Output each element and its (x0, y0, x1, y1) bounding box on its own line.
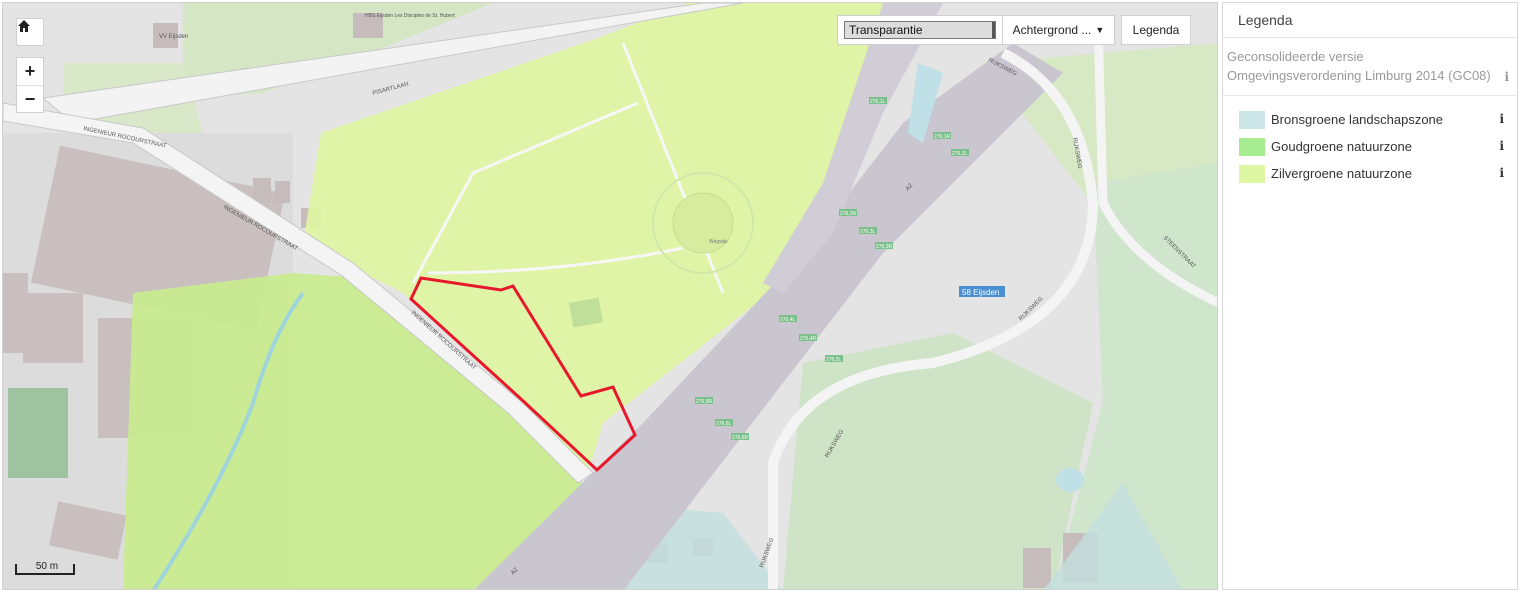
km-marker-label: 276,1R (934, 134, 951, 140)
chapel-label: Wegwijs (709, 239, 728, 245)
building (23, 293, 83, 363)
home-button[interactable] (16, 18, 44, 46)
km-marker-label: 276,3R (876, 244, 893, 250)
caret-down-icon: ▼ (1095, 25, 1105, 35)
background-dropdown[interactable]: Achtergrond ... ▼ (1003, 15, 1115, 45)
pond (568, 297, 603, 328)
legend-item-label: Zilvergroene natuurzone (1271, 166, 1412, 181)
km-marker-label: 276,5L (826, 357, 842, 363)
legend-swatch (1239, 164, 1265, 183)
legend-swatch (1239, 137, 1265, 156)
map-canvas[interactable]: PISARTLAAN INGENIEUR ROCOURSTRAAT INGENI… (3, 3, 1218, 590)
zoom-control: + − (16, 57, 44, 113)
zoom-in-button[interactable]: + (17, 58, 43, 86)
km-marker-label: 276,6L (716, 421, 732, 427)
km-marker-label: 276,3L (860, 229, 876, 235)
info-icon[interactable]: i (1504, 68, 1509, 87)
info-icon[interactable]: i (1499, 166, 1504, 180)
legend-swatch (1239, 110, 1265, 129)
km-marker-label: 276,2L (952, 151, 968, 157)
legend-subtitle-text: Geconsolideerde versie Omgevingsverorden… (1227, 49, 1491, 83)
legend-list: Bronsgroene landschapszone i Goudgroene … (1223, 96, 1517, 187)
legend-item: Zilvergroene natuurzone i (1223, 160, 1517, 187)
map-toolbar: Transparantie Achtergrond ... ▼ Legenda (837, 15, 1191, 45)
building (3, 273, 28, 353)
scale-label: 50 m (35, 561, 59, 572)
legend-item-label: Goudgroene natuurzone (1271, 139, 1412, 154)
transparency-label: Transparantie (849, 23, 923, 37)
km-marker-label: 276,5R (696, 399, 713, 405)
legend-title: Legenda (1223, 3, 1517, 38)
legend-panel: Legenda Geconsolideerde versie Omgevings… (1222, 2, 1518, 590)
km-marker-label: 276,4L (780, 317, 796, 323)
legend-item: Bronsgroene landschapszone i (1223, 106, 1517, 133)
km-marker-label: 276,1L (870, 99, 886, 105)
building (253, 178, 271, 203)
zoom-out-button[interactable]: − (17, 86, 43, 113)
legend-button[interactable]: Legenda (1121, 15, 1191, 45)
building (1023, 548, 1051, 588)
sports-field (8, 388, 68, 478)
transparency-slider[interactable]: Transparantie (844, 21, 996, 39)
km-marker-label: 276,6R (732, 435, 749, 441)
km-marker-label: 276,2R (840, 211, 857, 217)
legend-item: Goudgroene natuurzone i (1223, 133, 1517, 160)
info-icon[interactable]: i (1499, 139, 1504, 153)
slider-handle[interactable] (992, 22, 995, 38)
legend-item-label: Bronsgroene landschapszone (1271, 112, 1444, 127)
junction-label: 58 Eijsden (962, 288, 999, 297)
background-label: Achtergrond ... (1012, 23, 1092, 37)
transparency-control: Transparantie (837, 15, 1003, 45)
map-view[interactable]: PISARTLAAN INGENIEUR ROCOURSTRAAT INGENI… (2, 2, 1218, 590)
info-icon[interactable]: i (1499, 112, 1504, 126)
building-label: HBS Eijsden Les Disciples de St. Hubert (365, 13, 455, 19)
water (1056, 468, 1084, 492)
scale-bar: 50 m (15, 561, 75, 575)
home-icon (18, 20, 30, 32)
legend-subtitle: Geconsolideerde versie Omgevingsverorden… (1223, 38, 1517, 96)
building (275, 181, 290, 203)
building-label: VV Eijsden (159, 34, 188, 40)
km-marker-label: 276,4R (800, 336, 817, 342)
